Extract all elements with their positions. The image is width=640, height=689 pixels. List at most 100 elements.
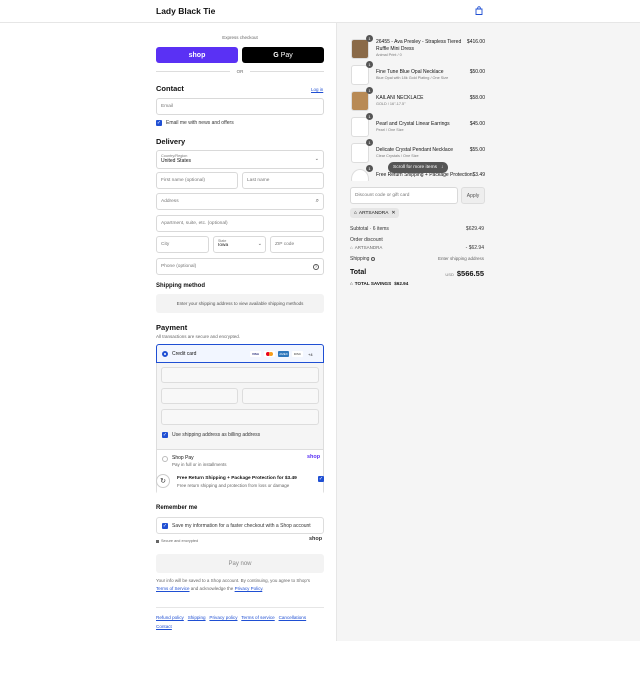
footer-links: Refund policy Shipping Privacy policy Te… (156, 613, 326, 631)
country-select[interactable]: Country/Region United States ⌄ (156, 150, 324, 169)
or-label: OR (236, 69, 244, 74)
item-variant: Blue Opal with 18k Gold Plating / One Si… (376, 76, 449, 80)
currency-label: USD (445, 272, 454, 277)
item-price: $50.00 (469, 69, 485, 75)
item-variant: Pearl / One Size (376, 128, 404, 132)
terms-link[interactable]: Terms of Service (156, 586, 190, 591)
discount-code-label: ARTSANDRA (354, 245, 383, 250)
shop-pay-radio[interactable] (162, 456, 168, 462)
discount-field[interactable]: Discount code or gift card (350, 187, 458, 204)
legal-text-1: Your info will be saved to a Shop accoun… (156, 578, 311, 583)
remember-me-title: Remember me (156, 505, 198, 511)
help-icon[interactable]: ? (313, 263, 319, 270)
divider-left (156, 71, 230, 72)
state-value: Iowa (218, 243, 229, 248)
item-name: Pearl and Crystal Linear Earrings (376, 121, 450, 127)
chevron-down-icon: ⌄ (257, 241, 262, 247)
mastercard-icon (264, 351, 275, 357)
address-placeholder: Address (161, 199, 179, 204)
save-info-box: ✓ Save my information for a faster check… (156, 517, 324, 534)
billing-label: Use shipping address as billing address (172, 432, 261, 438)
subtotal-value: $629.49 (465, 226, 484, 232)
scroll-hint[interactable]: Scroll for more items ↓ (388, 162, 449, 173)
shop-pay-logo: shop (307, 454, 321, 460)
email-field[interactable]: Email (156, 98, 324, 115)
shipping-method-title: Shipping method (156, 283, 205, 289)
shipping-link[interactable]: Shipping (188, 615, 206, 620)
discount-tag: ⌂ ARTSANDRA ✕ (350, 208, 400, 218)
protection-title: Free Return Shipping + Package Protectio… (177, 476, 297, 481)
scroll-hint-text: Scroll for more items (393, 165, 437, 170)
item-price: $3.49 (472, 172, 485, 178)
terms-of-service-link[interactable]: Terms of service (241, 615, 274, 620)
expiration-field[interactable] (161, 388, 238, 404)
country-value: United States (161, 158, 192, 164)
item-variant: Clear Crystals / One Size (376, 154, 419, 158)
shop-pay-button[interactable]: shop (156, 47, 238, 63)
legal-text-2: and acknowledge the (190, 586, 234, 591)
qty-badge: 1 (366, 87, 373, 94)
security-code-field[interactable] (242, 388, 319, 404)
protection-checkbox[interactable]: ✓ (318, 476, 324, 482)
first-name-field[interactable]: First name (optional) (156, 172, 238, 189)
cancellations-link[interactable]: Cancellations (279, 615, 307, 620)
qty-badge: 1 (366, 61, 373, 68)
card-form: ✓ Use shipping address as billing addres… (157, 363, 323, 449)
privacy-link[interactable]: Privacy Policy (235, 586, 263, 591)
qty-badge: 1 (366, 35, 373, 42)
qty-badge: 1 (366, 165, 373, 172)
search-icon: ⌕ (315, 198, 319, 204)
item-image-pendant (351, 143, 369, 163)
apartment-field[interactable]: Apartment, suite, etc. (optional) (156, 215, 324, 232)
credit-card-option[interactable]: Credit card VISA AMEX DISC +4 (156, 344, 324, 363)
help-icon[interactable] (371, 257, 376, 261)
more-cards-label: +4 (308, 351, 313, 357)
footer-divider (156, 607, 324, 608)
pay-now-button[interactable]: Pay now (156, 554, 324, 573)
gpay-label: Pay (280, 51, 293, 59)
state-select[interactable]: State Iowa ⌄ (213, 236, 266, 253)
google-pay-button[interactable]: G Pay (242, 47, 324, 63)
discover-icon: DISC (292, 351, 303, 357)
billing-checkbox[interactable]: ✓ (162, 432, 168, 438)
item-price: $58.00 (469, 95, 485, 101)
last-name-field[interactable]: Last name (242, 172, 324, 189)
contact-link[interactable]: Contact (156, 624, 172, 629)
brand-logo[interactable]: Lady Black Tie (156, 6, 215, 16)
address-field[interactable]: Address ⌕ (156, 193, 324, 210)
shop-pay-subtitle: Pay in full or in installments (172, 462, 227, 467)
credit-card-radio[interactable] (162, 351, 168, 357)
order-summary: 1 26455 - Ava Presley - Strapless Tiered… (336, 23, 640, 641)
item-name: KAILANI NECKLACE (376, 95, 424, 101)
payment-title: Payment (156, 323, 188, 332)
item-price: $416.00 (466, 39, 485, 45)
phone-field[interactable]: Phone (optional) ? (156, 258, 324, 275)
tag-icon: ⌂ (350, 245, 353, 250)
item-name: Delicate Crystal Pendant Necklace (376, 147, 453, 153)
total-row: USD $566.55 (445, 269, 484, 278)
card-number-field[interactable] (161, 367, 319, 383)
contact-title: Contact (156, 84, 184, 93)
google-g-icon: G (273, 51, 279, 59)
item-name-line2: Ruffle Mini Dress (376, 45, 414, 52)
arrow-down-icon: ↓ (440, 165, 444, 170)
zip-field[interactable]: ZIP code (270, 236, 324, 253)
item-variant: Animal Print / 0 (376, 53, 402, 57)
item-variant: GOLD / 16"-17.5" (376, 102, 406, 106)
phone-placeholder: Phone (optional) (161, 264, 197, 269)
secure-label: Secure and encrypted (156, 539, 198, 543)
login-link[interactable]: Log in (311, 87, 323, 92)
privacy-policy-link[interactable]: Privacy policy (209, 615, 237, 620)
name-on-card-field[interactable] (161, 409, 319, 425)
discount-code-row: ⌂ ARTSANDRA (350, 245, 382, 250)
news-checkbox[interactable]: ✓ (156, 120, 162, 126)
item-image-kailani (351, 91, 369, 111)
close-icon[interactable]: ✕ (391, 211, 395, 216)
discount-value: - $62.94 (465, 245, 484, 251)
refund-policy-link[interactable]: Refund policy (156, 615, 184, 620)
payment-methods: Credit card VISA AMEX DISC +4 ✓ Use ship… (156, 344, 324, 494)
save-info-checkbox[interactable]: ✓ (162, 523, 168, 529)
shopping-bag-icon[interactable] (475, 6, 483, 15)
apply-button[interactable]: Apply (461, 187, 485, 204)
city-field[interactable]: City (156, 236, 209, 253)
